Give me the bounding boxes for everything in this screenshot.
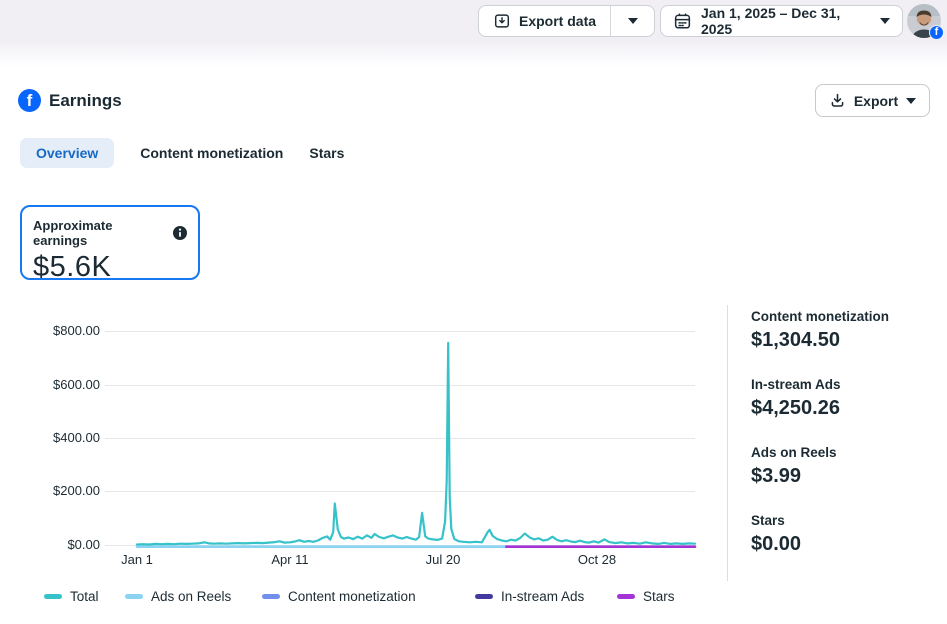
side-stat-content-monetization: Content monetization $1,304.50 bbox=[751, 309, 941, 352]
legend-item-stars: Stars bbox=[617, 589, 675, 604]
stat-label: In-stream Ads bbox=[751, 377, 941, 392]
x-axis-tick: Jul 20 bbox=[403, 552, 483, 567]
tab-stars[interactable]: Stars bbox=[309, 145, 344, 161]
export-button[interactable]: Export bbox=[815, 84, 930, 117]
series-line-total bbox=[137, 343, 695, 545]
stat-label: Content monetization bbox=[751, 309, 941, 324]
legend-item-in-stream-ads: In-stream Ads bbox=[475, 589, 584, 604]
export-data-label: Export data bbox=[519, 13, 596, 29]
legend-swatch-ads-on-reels bbox=[125, 594, 143, 599]
calendar-icon bbox=[673, 12, 692, 31]
stat-value: $1,304.50 bbox=[751, 329, 941, 352]
info-icon[interactable] bbox=[173, 226, 187, 240]
legend-swatch-content-monetization bbox=[262, 594, 280, 599]
legend-swatch-total bbox=[44, 594, 62, 599]
y-axis-tick: $600.00 bbox=[16, 377, 100, 392]
export-data-split-button: Export data bbox=[478, 5, 655, 37]
legend-label: Content monetization bbox=[288, 589, 416, 604]
facebook-logo-icon: f bbox=[18, 89, 41, 112]
legend-swatch-stars bbox=[617, 594, 635, 599]
tab-bar: Overview Content monetization Stars bbox=[20, 137, 344, 169]
page-title: Earnings bbox=[49, 91, 122, 111]
legend-item-content-monetization: Content monetization bbox=[262, 589, 416, 604]
chevron-down-icon bbox=[906, 98, 916, 104]
y-axis-tick: $0.00 bbox=[16, 537, 100, 552]
stat-label: Stars bbox=[751, 513, 941, 528]
profile-avatar[interactable]: f bbox=[907, 4, 941, 38]
tab-overview[interactable]: Overview bbox=[20, 138, 114, 168]
earnings-dashboard: Export data Jan 1, 2025 – Dec 31, 2025 bbox=[0, 0, 947, 624]
stat-value: $3.99 bbox=[751, 465, 941, 488]
legend-label: Total bbox=[70, 589, 99, 604]
x-axis-tick: Apr 11 bbox=[250, 552, 330, 567]
side-stat-ads-on-reels: Ads on Reels $3.99 bbox=[751, 445, 941, 488]
export-data-button[interactable]: Export data bbox=[479, 6, 611, 36]
approximate-earnings-value: $5.6K bbox=[33, 251, 187, 284]
legend-swatch-in-stream-ads bbox=[475, 594, 493, 599]
topbar: Export data Jan 1, 2025 – Dec 31, 2025 bbox=[0, 0, 947, 44]
approximate-earnings-label: Approximate earnings bbox=[33, 218, 167, 248]
date-range-picker[interactable]: Jan 1, 2025 – Dec 31, 2025 bbox=[660, 5, 903, 37]
earnings-line-chart[interactable] bbox=[95, 315, 707, 565]
chevron-down-icon bbox=[628, 18, 638, 24]
legend-label: In-stream Ads bbox=[501, 589, 584, 604]
side-stat-stars: Stars $0.00 bbox=[751, 513, 941, 556]
chevron-down-icon bbox=[880, 18, 890, 24]
legend-item-total: Total bbox=[44, 589, 99, 604]
side-stat-in-stream-ads: In-stream Ads $4,250.26 bbox=[751, 377, 941, 420]
download-icon bbox=[829, 92, 846, 109]
legend-item-ads-on-reels: Ads on Reels bbox=[125, 589, 231, 604]
x-axis-tick: Oct 28 bbox=[557, 552, 637, 567]
y-axis-tick: $400.00 bbox=[16, 430, 100, 445]
tab-content-monetization[interactable]: Content monetization bbox=[140, 145, 283, 161]
facebook-badge-icon: f bbox=[929, 25, 944, 40]
divider bbox=[727, 305, 728, 581]
export-label: Export bbox=[854, 93, 898, 109]
stat-value: $0.00 bbox=[751, 533, 941, 556]
x-axis-tick: Jan 1 bbox=[97, 552, 177, 567]
export-data-dropdown-button[interactable] bbox=[611, 6, 654, 36]
approximate-earnings-card[interactable]: Approximate earnings $5.6K bbox=[20, 205, 200, 280]
legend-label: Ads on Reels bbox=[151, 589, 231, 604]
stat-label: Ads on Reels bbox=[751, 445, 941, 460]
y-axis-tick: $800.00 bbox=[16, 323, 100, 338]
download-tray-icon bbox=[493, 12, 511, 30]
legend-label: Stars bbox=[643, 589, 675, 604]
date-range-label: Jan 1, 2025 – Dec 31, 2025 bbox=[701, 5, 871, 37]
y-axis-tick: $200.00 bbox=[16, 483, 100, 498]
topbar-shadow bbox=[0, 44, 947, 67]
stat-value: $4,250.26 bbox=[751, 397, 941, 420]
